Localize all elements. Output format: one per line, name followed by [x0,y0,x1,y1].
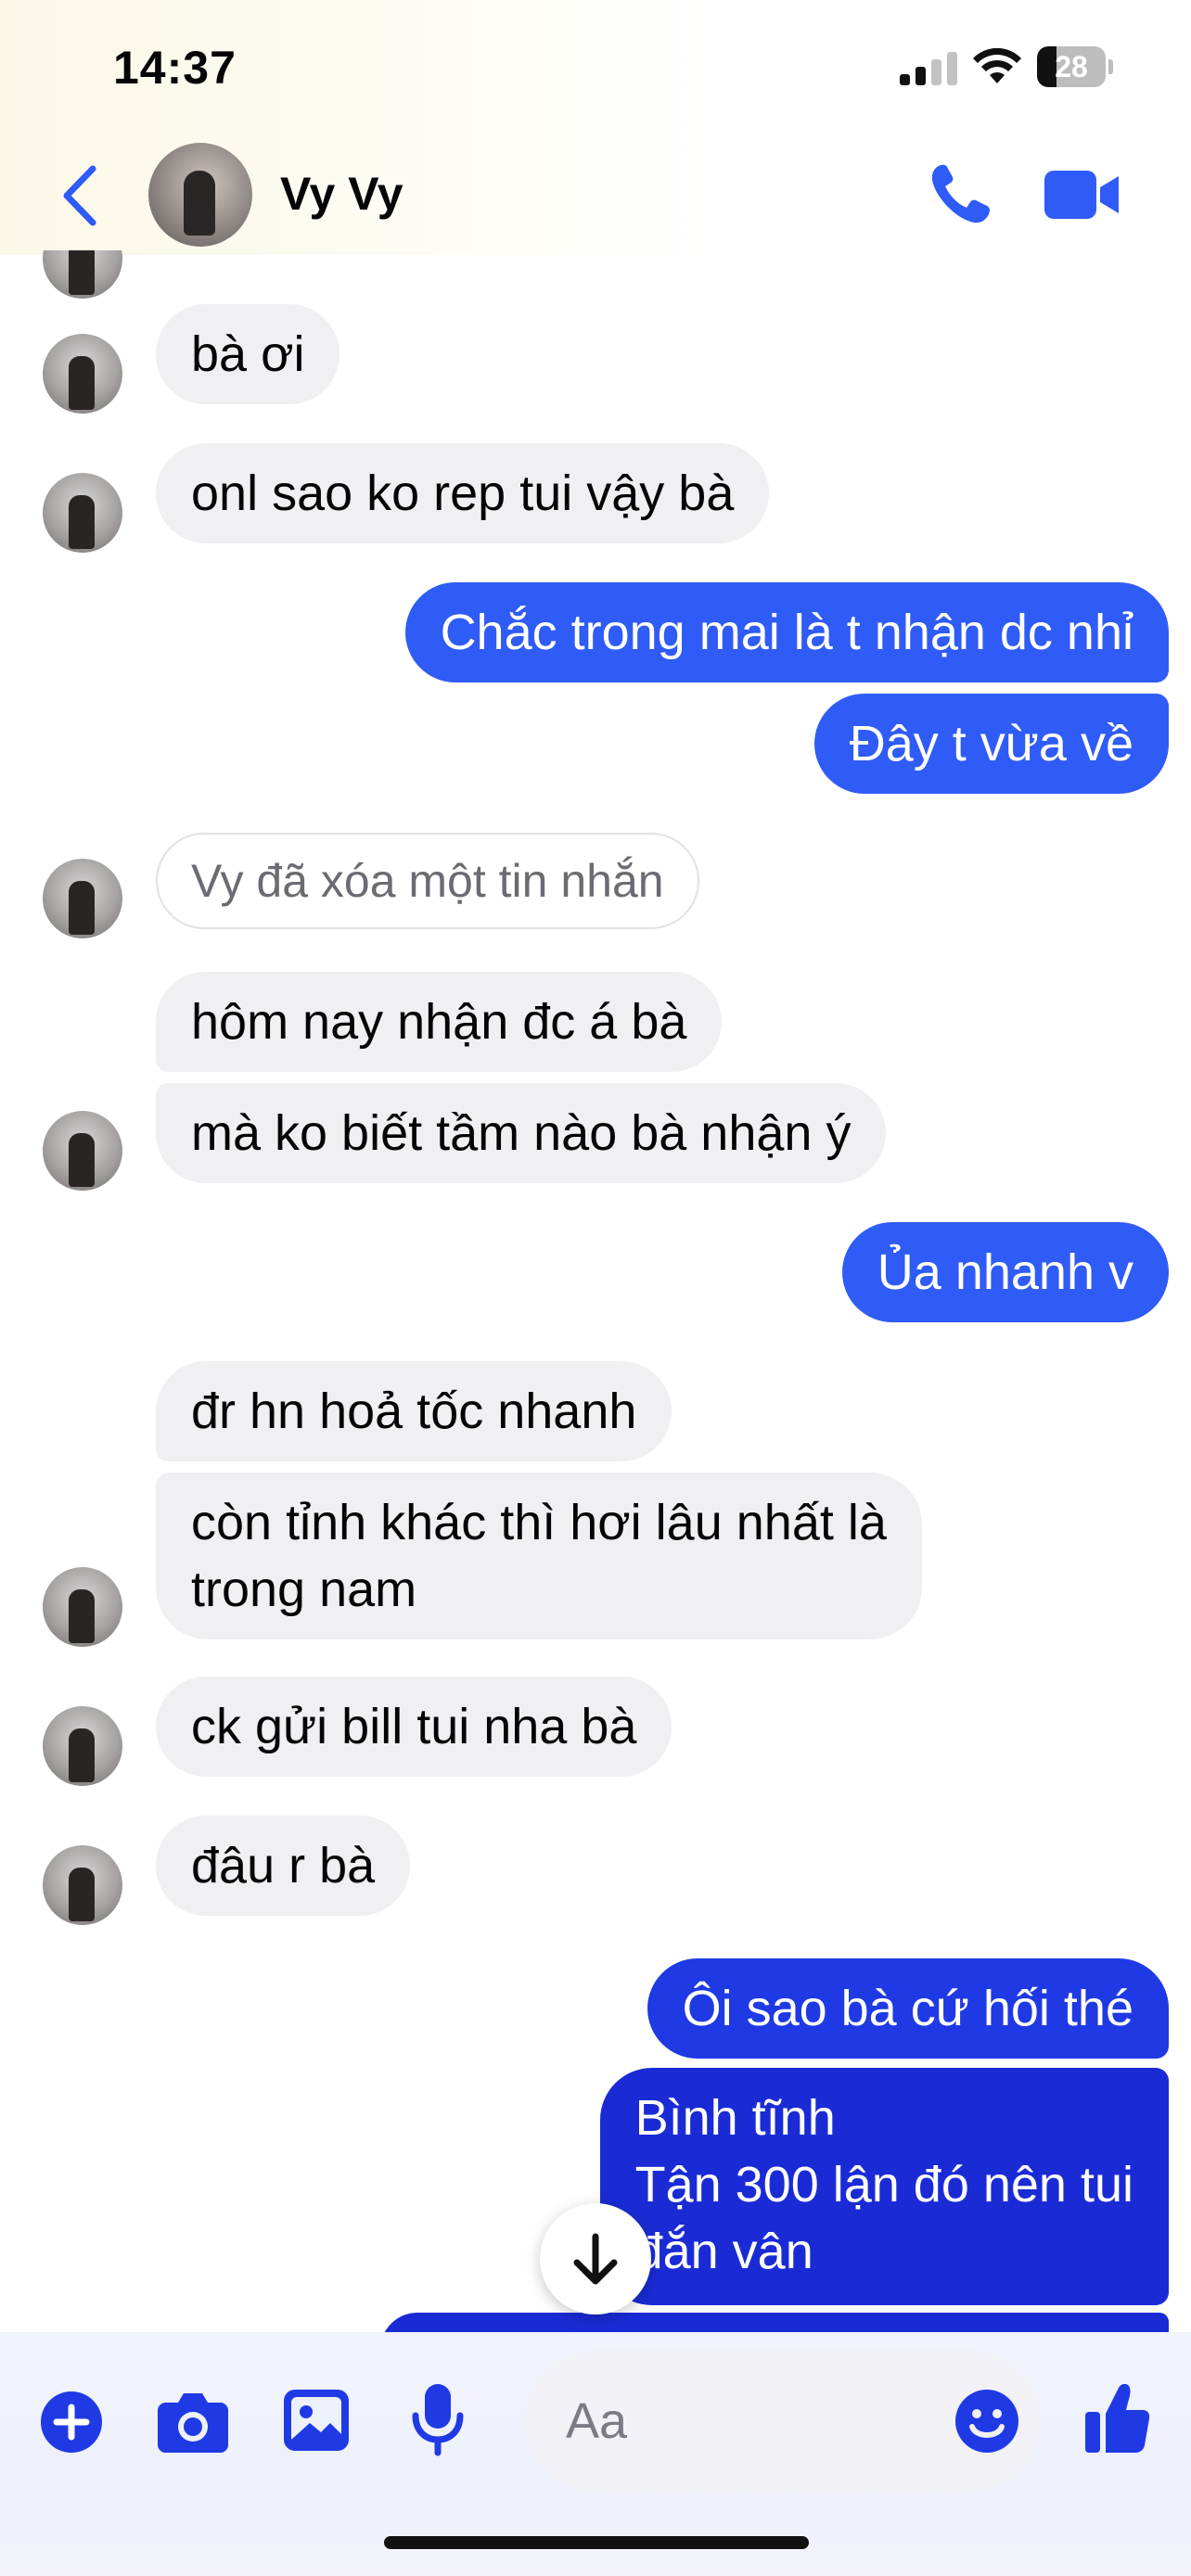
incoming-message[interactable]: mà ko biết tầm nào bà nhận ý [156,1083,887,1183]
image-icon[interactable] [284,2390,349,2451]
chevron-left-icon[interactable] [58,163,104,228]
message-line: còn tỉnh khác thì hơi lâu nhất là [191,1495,887,1550]
thumbs-up-icon[interactable] [1085,2382,1150,2453]
message-list[interactable]: bà ơi onl sao ko rep tui vậy bà Chắc tro… [0,250,1191,2332]
emoji-icon[interactable] [954,2388,1020,2455]
incoming-message[interactable]: đr hn hoả tốc nhanh [156,1361,672,1461]
outgoing-message[interactable]: Đây t vừa về [813,694,1169,794]
incoming-message[interactable]: đâu r bà [156,1816,411,1916]
plus-icon[interactable] [41,2391,102,2453]
arrow-down-icon [573,2233,618,2285]
message-input-placeholder: Aa [566,2393,628,2449]
message-line: trong nam [191,1562,417,1617]
incoming-message[interactable]: bà ơi [156,304,340,404]
message-line: đắn vân [634,2224,813,2279]
message-input[interactable]: Aa [525,2351,1041,2492]
contact-mini-avatar [43,473,122,553]
scroll-to-bottom-button[interactable] [540,2203,651,2315]
contact-mini-avatar [43,1111,122,1191]
message-line: Bình tĩnh [634,2090,836,2146]
phone-icon[interactable] [928,161,992,226]
contact-mini-avatar [43,859,122,938]
incoming-message[interactable]: ck gửi bill tui nha bà [156,1677,672,1777]
incoming-message[interactable]: hôm nay nhận đc á bà [156,972,723,1072]
camera-icon[interactable] [158,2390,228,2453]
contact-mini-avatar [43,1706,122,1786]
incoming-message[interactable]: còn tỉnh khác thì hơi lâu nhất là trong … [156,1473,922,1639]
incoming-message[interactable]: onl sao ko rep tui vậy bà [156,443,770,543]
battery-icon: 28 [1037,46,1113,87]
video-camera-icon[interactable] [1044,169,1121,221]
outgoing-message[interactable]: Bình tĩnh Tận 300 lận đó nên tui đắn vân [599,2068,1169,2305]
outgoing-message-partial[interactable] [380,2313,1169,2332]
contact-mini-avatar [43,250,122,299]
cellular-signal-icon [900,52,957,85]
outgoing-message[interactable]: Ôi sao bà cứ hối thé [647,1958,1169,2059]
contact-mini-avatar [43,334,122,414]
contact-avatar[interactable] [148,143,252,247]
home-indicator [384,2536,809,2549]
status-bar: 14:37 28 [0,0,1191,139]
outgoing-message[interactable]: Chắc trong mai là t nhận dc nhỉ [404,582,1169,682]
battery-percent: 28 [1055,50,1088,83]
contact-mini-avatar [43,1567,122,1647]
chat-header: Vy Vy [0,139,1191,260]
message-line: Tận 300 lận đó nên tui [634,2157,1133,2213]
microphone-icon[interactable] [412,2384,464,2456]
deleted-message-notice: Vy đã xóa một tin nhắn [156,833,699,929]
outgoing-message[interactable]: Ủa nhanh v [841,1222,1169,1322]
contact-mini-avatar [43,1845,122,1925]
contact-name[interactable]: Vy Vy [280,167,403,221]
status-time: 14:37 [113,42,237,94]
wifi-icon [973,47,1021,83]
